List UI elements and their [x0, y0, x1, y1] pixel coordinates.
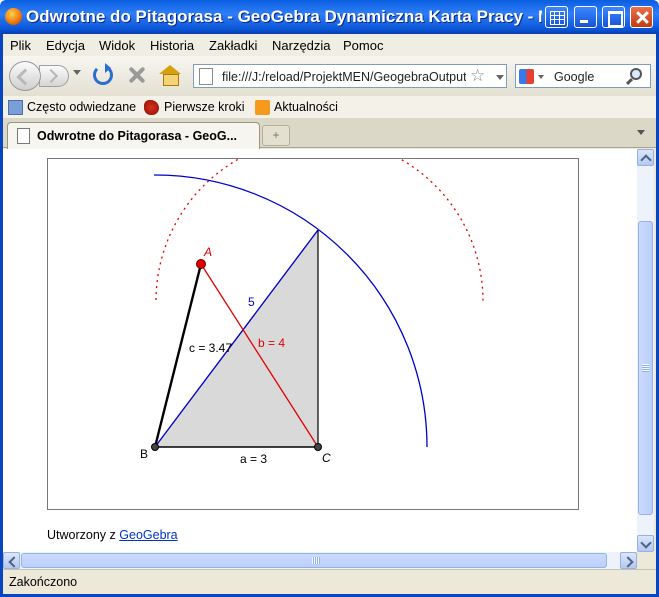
- geogebra-applet[interactable]: A B C a = 3 b = 4 c = 3.47 5: [47, 158, 579, 510]
- bookmark-folder-icon: [8, 100, 23, 115]
- label-side-b: b = 4: [258, 336, 285, 350]
- rss-feed-icon: [255, 100, 270, 115]
- address-bar[interactable]: file:///J:/reload/ProjektMEN/GeogebraOut…: [193, 64, 507, 88]
- navigation-toolbar: file:///J:/reload/ProjektMEN/GeogebraOut…: [3, 56, 656, 96]
- tab-strip: Odwrotne do Pitagorasa - GeoG... +: [3, 118, 656, 149]
- firefox-icon: [5, 8, 22, 25]
- point-b[interactable]: [151, 443, 159, 451]
- maximize-button[interactable]: [602, 6, 625, 28]
- menu-item-historia[interactable]: Historia: [150, 38, 194, 53]
- forward-button[interactable]: [39, 65, 69, 87]
- point-a[interactable]: [196, 259, 206, 269]
- menu-item-pomoc[interactable]: Pomoc: [343, 38, 383, 53]
- bookmark-pierwsze-kroki[interactable]: Pierwsze kroki: [164, 100, 245, 114]
- google-icon[interactable]: [519, 69, 534, 84]
- bookmark-star-icon[interactable]: ☆: [470, 66, 485, 86]
- label-side-c: c = 3.47: [189, 341, 232, 355]
- scroll-grip-icon: [642, 364, 649, 372]
- vertical-scrollbar[interactable]: [637, 149, 654, 552]
- window-title-bar[interactable]: Odwrotne do Pitagorasa - GeoGebra Dynami…: [0, 0, 659, 34]
- tab-active[interactable]: Odwrotne do Pitagorasa - GeoG...: [7, 122, 260, 149]
- back-button[interactable]: [9, 61, 41, 91]
- scroll-left-button[interactable]: [3, 552, 20, 569]
- menu-bar: Plik Edycja Widok Historia Zakładki Narz…: [3, 34, 656, 56]
- label-side-a: a = 3: [240, 452, 267, 466]
- search-engine-dropdown-icon[interactable]: [538, 75, 544, 79]
- minimize-button[interactable]: [574, 6, 597, 28]
- point-c[interactable]: [314, 443, 322, 451]
- horizontal-scrollbar[interactable]: [3, 552, 637, 569]
- reload-icon[interactable]: [93, 63, 113, 85]
- tab-page-icon: [17, 128, 30, 144]
- stop-icon[interactable]: [127, 65, 147, 85]
- vertical-scroll-thumb[interactable]: [638, 221, 653, 515]
- menu-item-edycja[interactable]: Edycja: [46, 38, 85, 53]
- label-point-c: C: [322, 451, 331, 465]
- window-title: Odwrotne do Pitagorasa - GeoGebra Dynami…: [26, 7, 542, 26]
- created-by-text: Utworzony z GeoGebra: [47, 528, 178, 542]
- bookmark-czesto-odwiedzane[interactable]: Często odwiedzane: [27, 100, 136, 114]
- page-content: A B C a = 3 b = 4 c = 3.47 5 Utworzony z…: [3, 149, 637, 552]
- label-point-a: A: [203, 245, 212, 259]
- tile-windows-icon[interactable]: [545, 6, 568, 28]
- scroll-up-button[interactable]: [637, 149, 654, 166]
- tab-title: Odwrotne do Pitagorasa - GeoG...: [37, 129, 238, 143]
- search-input[interactable]: Google: [554, 70, 594, 84]
- new-tab-button[interactable]: +: [262, 125, 290, 146]
- home-icon[interactable]: [159, 65, 181, 86]
- menu-item-plik[interactable]: Plik: [10, 38, 31, 53]
- search-box[interactable]: Google: [515, 64, 651, 88]
- menu-item-zakladki[interactable]: Zakładki: [209, 38, 257, 53]
- history-dropdown-icon[interactable]: [73, 70, 81, 75]
- horizontal-scroll-thumb[interactable]: [21, 553, 607, 568]
- geogebra-drawing[interactable]: A B C a = 3 b = 4 c = 3.47 5: [48, 159, 580, 511]
- page-icon: [199, 68, 213, 85]
- geogebra-link[interactable]: GeoGebra: [119, 528, 177, 542]
- bookmark-aktualnosci[interactable]: Aktualności: [274, 100, 338, 114]
- status-text: Zakończono: [9, 575, 78, 589]
- scroll-right-button[interactable]: [620, 552, 637, 569]
- created-by-prefix: Utworzony z: [47, 528, 116, 542]
- search-icon[interactable]: [630, 68, 642, 80]
- bookmarks-toolbar: Często odwiedzane Pierwsze kroki Aktualn…: [3, 96, 656, 118]
- menu-item-widok[interactable]: Widok: [99, 38, 135, 53]
- url-input[interactable]: file:///J:/reload/ProjektMEN/GeogebraOut…: [222, 70, 466, 84]
- url-dropdown-icon[interactable]: [496, 75, 504, 80]
- menu-item-narzedzia[interactable]: Narzędzia: [272, 38, 331, 53]
- scrollbar-corner: [637, 552, 654, 569]
- tab-list-icon[interactable]: [637, 130, 645, 135]
- scroll-grip-icon: [312, 557, 320, 564]
- scroll-down-button[interactable]: [637, 535, 654, 552]
- label-radius: 5: [248, 295, 255, 309]
- label-point-b: B: [140, 447, 148, 461]
- close-button[interactable]: [630, 6, 653, 28]
- firefox-bookmark-icon: [144, 100, 159, 115]
- status-bar: Zakończono: [3, 569, 656, 594]
